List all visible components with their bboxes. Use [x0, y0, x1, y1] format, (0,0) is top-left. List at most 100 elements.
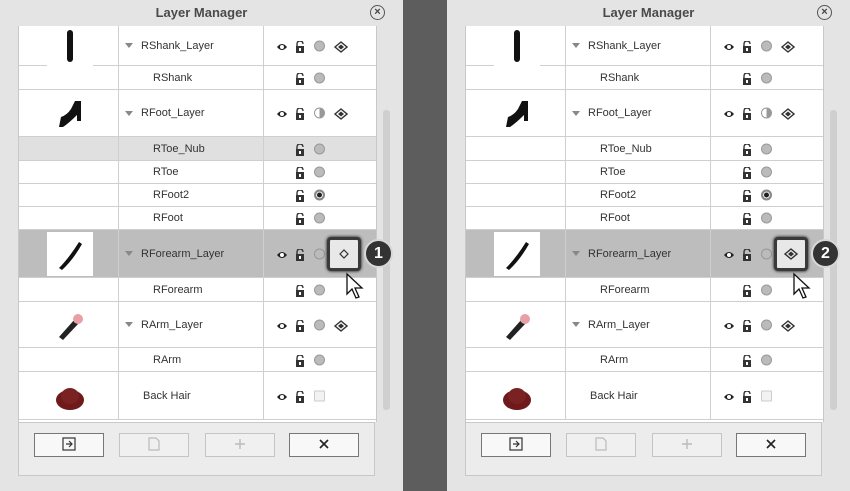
layer-row[interactable]: RArm_Layer: [466, 302, 823, 348]
visibility-dot-icon[interactable]: [761, 284, 772, 295]
visibility-dot-icon[interactable]: [761, 166, 772, 178]
highlighted-show-icon[interactable]: [774, 237, 808, 271]
lock-icon[interactable]: [741, 389, 753, 403]
lock-icon[interactable]: [741, 71, 753, 85]
plus-button[interactable]: [652, 433, 722, 457]
eye-icon[interactable]: [276, 390, 288, 402]
layer-row[interactable]: RToe_Nub: [19, 137, 376, 161]
layer-row[interactable]: RFoot2: [466, 184, 823, 207]
visibility-dot-icon[interactable]: [314, 319, 325, 330]
expand-arrow-icon[interactable]: [125, 322, 133, 327]
page-button[interactable]: [566, 433, 636, 457]
visibility-dot-icon[interactable]: [761, 248, 772, 259]
visibility-dot-icon[interactable]: [761, 354, 772, 365]
lock-icon[interactable]: [294, 107, 306, 120]
layer-row[interactable]: RShank_Layer: [466, 26, 823, 68]
lock-icon[interactable]: [294, 71, 306, 85]
eye-icon[interactable]: [276, 40, 288, 52]
layer-row[interactable]: RForearm_Layer: [466, 230, 823, 278]
layer-row[interactable]: RForearm: [466, 278, 823, 302]
visibility-dot-icon[interactable]: [761, 212, 772, 224]
layer-row[interactable]: RForearm: [19, 278, 376, 302]
lock-icon[interactable]: [294, 39, 306, 53]
layer-row[interactable]: RArm_Layer: [19, 302, 376, 348]
close-button[interactable]: [289, 433, 359, 457]
lock-icon[interactable]: [741, 318, 753, 332]
eye-icon[interactable]: [276, 248, 288, 260]
lock-icon[interactable]: [294, 318, 306, 332]
lock-icon[interactable]: [294, 353, 306, 367]
expand-arrow-icon[interactable]: [572, 110, 580, 116]
visibility-dot-icon[interactable]: [761, 143, 772, 154]
visibility-dot-icon[interactable]: [314, 107, 325, 119]
close-panel-button[interactable]: ×: [370, 5, 385, 20]
close-panel-button[interactable]: ×: [817, 5, 832, 20]
lock-icon[interactable]: [294, 212, 306, 225]
lock-icon[interactable]: [741, 189, 753, 202]
visibility-dot-icon[interactable]: [314, 72, 325, 83]
lock-icon[interactable]: [741, 247, 753, 261]
visibility-dot-icon[interactable]: [761, 319, 772, 330]
visibility-dot-icon[interactable]: [761, 390, 772, 401]
visibility-dot-icon[interactable]: [761, 40, 772, 51]
lock-icon[interactable]: [294, 189, 306, 202]
close-button[interactable]: [736, 433, 806, 457]
visibility-dot-icon[interactable]: [314, 166, 325, 178]
highlighted-diamond-icon[interactable]: [327, 237, 361, 271]
lock-icon[interactable]: [294, 283, 306, 297]
visibility-dot-icon[interactable]: [314, 390, 325, 401]
layer-row[interactable]: RFoot: [19, 207, 376, 230]
visibility-dot-icon[interactable]: [314, 40, 325, 51]
eye-icon[interactable]: [723, 390, 735, 402]
layer-row[interactable]: RForearm_Layer: [19, 230, 376, 278]
layer-row[interactable]: RFoot_Layer: [19, 90, 376, 137]
eye-icon[interactable]: [723, 107, 735, 119]
layer-row[interactable]: RFoot2: [19, 184, 376, 207]
eye-icon[interactable]: [276, 319, 288, 331]
lock-icon[interactable]: [741, 212, 753, 225]
expand-arrow-icon[interactable]: [572, 43, 580, 48]
expand-arrow-icon[interactable]: [572, 322, 580, 327]
lock-icon[interactable]: [741, 353, 753, 367]
layer-row[interactable]: RShank_Layer: [19, 26, 376, 68]
layer-row[interactable]: RFoot: [466, 207, 823, 230]
eye-icon[interactable]: [723, 40, 735, 52]
visibility-dot-icon[interactable]: [314, 189, 325, 201]
eye-icon[interactable]: [723, 248, 735, 260]
layer-row[interactable]: RFoot_Layer: [466, 90, 823, 137]
show-icon[interactable]: [333, 40, 349, 53]
expand-arrow-icon[interactable]: [125, 43, 133, 48]
layer-row[interactable]: RToe: [466, 161, 823, 184]
layer-row[interactable]: Back Hair: [19, 372, 376, 420]
layer-row[interactable]: RArm: [19, 348, 376, 372]
show-icon[interactable]: [333, 107, 349, 120]
visibility-dot-icon[interactable]: [761, 72, 772, 83]
eye-icon[interactable]: [276, 107, 288, 119]
lock-icon[interactable]: [741, 142, 753, 156]
import-button[interactable]: [34, 433, 104, 457]
expand-arrow-icon[interactable]: [125, 251, 133, 256]
visibility-dot-icon[interactable]: [314, 212, 325, 224]
visibility-dot-icon[interactable]: [314, 143, 325, 154]
layer-row[interactable]: RToe: [19, 161, 376, 184]
lock-icon[interactable]: [294, 389, 306, 403]
layer-row[interactable]: RShank: [466, 66, 823, 90]
layer-row[interactable]: RArm: [466, 348, 823, 372]
layer-row[interactable]: RToe_Nub: [466, 137, 823, 161]
show-icon[interactable]: [780, 107, 796, 120]
page-button[interactable]: [119, 433, 189, 457]
visibility-dot-icon[interactable]: [314, 248, 325, 259]
visibility-dot-icon[interactable]: [314, 284, 325, 295]
eye-icon[interactable]: [723, 319, 735, 331]
layer-row[interactable]: Back Hair: [466, 372, 823, 420]
visibility-dot-icon[interactable]: [761, 189, 772, 201]
show-icon[interactable]: [333, 319, 349, 332]
lock-icon[interactable]: [741, 39, 753, 53]
lock-icon[interactable]: [294, 142, 306, 156]
show-icon[interactable]: [780, 40, 796, 53]
show-icon[interactable]: [780, 319, 796, 332]
lock-icon[interactable]: [294, 247, 306, 261]
visibility-dot-icon[interactable]: [314, 354, 325, 365]
plus-button[interactable]: [205, 433, 275, 457]
lock-icon[interactable]: [741, 166, 753, 179]
